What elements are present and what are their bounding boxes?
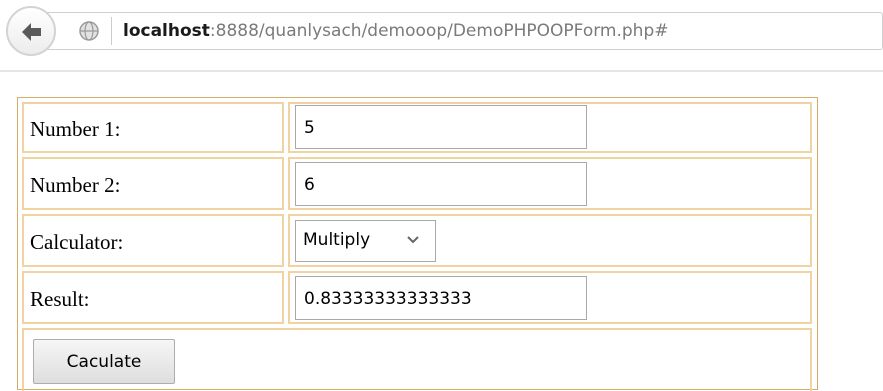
number1-input[interactable]: 5: [295, 105, 587, 149]
calculator-label: Calculator:: [30, 230, 124, 254]
url-path: :8888/quanlysach/demooop/DemoPHPOOPForm.…: [209, 21, 669, 41]
result-field[interactable]: 0.83333333333333: [295, 276, 587, 320]
number2-label-cell: Number 2:: [22, 157, 284, 210]
number2-input[interactable]: 6: [295, 162, 587, 206]
submit-cell: Caculate: [22, 328, 812, 391]
address-separator: [111, 17, 112, 45]
url-text[interactable]: localhost:8888/quanlysach/demooop/DemoPH…: [123, 18, 668, 44]
chevron-down-icon: [407, 236, 419, 244]
number1-label: Number 1:: [30, 117, 121, 141]
operation-select[interactable]: Multiply: [295, 220, 436, 262]
result-label-cell: Result:: [22, 271, 284, 324]
result-value-cell: 0.83333333333333: [288, 271, 812, 324]
number2-input-value: 6: [304, 175, 315, 195]
number2-label: Number 2:: [30, 173, 121, 197]
number1-label-cell: Number 1:: [22, 102, 284, 153]
operation-select-value: Multiply: [303, 230, 371, 250]
calculator-label-cell: Calculator:: [22, 214, 284, 267]
calculator-form-table: Number 1: 5 Number 2: 6 Calculator: Mult…: [17, 97, 818, 391]
browser-toolbar: localhost:8888/quanlysach/demooop/DemoPH…: [0, 0, 883, 72]
number1-input-value: 5: [304, 118, 315, 138]
toolbar-divider: [0, 70, 883, 72]
globe-icon: [79, 21, 99, 41]
calculator-value-cell: Multiply: [288, 214, 812, 267]
number1-value-cell: 5: [288, 102, 812, 153]
result-label: Result:: [30, 287, 90, 311]
url-host: localhost: [123, 21, 210, 41]
back-arrow-icon: [22, 23, 41, 41]
result-field-value: 0.83333333333333: [304, 289, 472, 309]
back-button[interactable]: [6, 6, 56, 56]
number2-value-cell: 6: [288, 157, 812, 210]
calculate-button[interactable]: Caculate: [33, 339, 175, 384]
